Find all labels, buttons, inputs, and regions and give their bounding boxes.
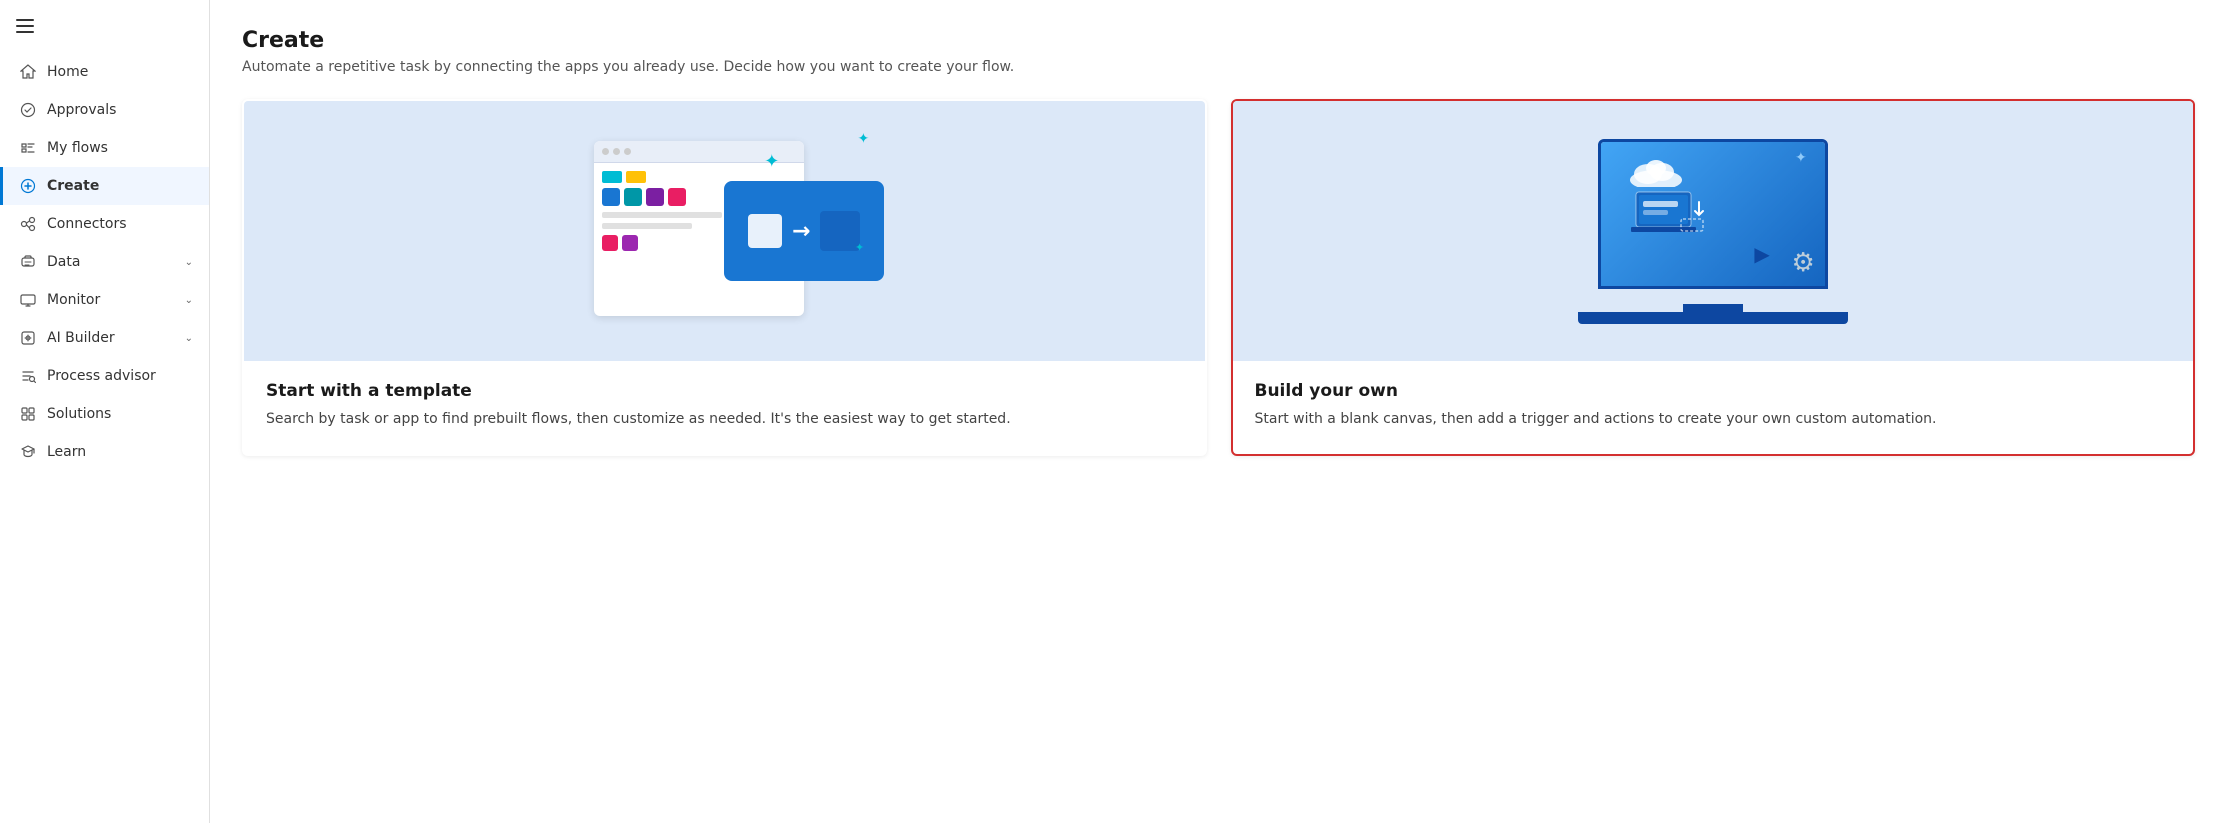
sidebar-label-data: Data xyxy=(47,254,80,270)
template-arrow-panel: → xyxy=(724,181,884,281)
flows-icon xyxy=(19,139,37,157)
build-own-card-desc: Start with a blank canvas, then add a tr… xyxy=(1255,409,2172,430)
connectors-icon xyxy=(19,215,37,233)
sidebar-label-home: Home xyxy=(47,64,88,80)
laptop: ⚙ ▶ ✦ xyxy=(1578,139,1848,324)
main-content: Create Automate a repetitive task by con… xyxy=(210,0,2227,823)
sidebar-label-monitor: Monitor xyxy=(47,292,100,308)
monitor-chevron-icon: ⌄ xyxy=(185,295,193,306)
inner-laptop-icon xyxy=(1631,187,1711,242)
sidebar-item-ai-builder[interactable]: AI Builder ⌄ xyxy=(0,319,209,357)
sidebar-label-connectors: Connectors xyxy=(47,216,127,232)
cards-row: → ✦ ✦ ✦ Start with a template Search by … xyxy=(242,99,2195,456)
sparkle-1: ✦ xyxy=(764,151,779,172)
data-chevron-icon: ⌄ xyxy=(185,257,193,268)
page-title: Create xyxy=(242,28,2195,53)
data-icon xyxy=(19,253,37,271)
sidebar-label-create: Create xyxy=(47,178,99,194)
template-card-body: Start with a template Search by task or … xyxy=(244,361,1205,454)
sidebar-item-home[interactable]: Home xyxy=(0,53,209,91)
sidebar-item-approvals[interactable]: Approvals xyxy=(0,91,209,129)
sidebar-item-process-advisor[interactable]: Process advisor xyxy=(0,357,209,395)
sidebar-item-data[interactable]: Data ⌄ xyxy=(0,243,209,281)
template-card[interactable]: → ✦ ✦ ✦ Start with a template Search by … xyxy=(242,99,1207,456)
build-own-card-body: Build your own Start with a blank canvas… xyxy=(1233,361,2194,454)
sidebar-item-connectors[interactable]: Connectors xyxy=(0,205,209,243)
sidebar-label-process-advisor: Process advisor xyxy=(47,368,156,384)
build-illustration: ⚙ ▶ ✦ xyxy=(1553,121,1873,341)
sidebar-label-ai-builder: AI Builder xyxy=(47,330,115,346)
approvals-icon xyxy=(19,101,37,119)
home-icon xyxy=(19,63,37,81)
sidebar-label-my-flows: My flows xyxy=(47,140,108,156)
process-advisor-icon xyxy=(19,367,37,385)
sidebar-item-learn[interactable]: Learn xyxy=(0,433,209,471)
template-card-image: → ✦ ✦ ✦ xyxy=(244,101,1205,361)
ai-builder-icon xyxy=(19,329,37,347)
template-illustration: → ✦ ✦ ✦ xyxy=(564,121,884,341)
sidebar-item-my-flows[interactable]: My flows xyxy=(0,129,209,167)
create-icon xyxy=(19,177,37,195)
cloud-icon xyxy=(1626,152,1686,187)
build-own-card-image: ⚙ ▶ ✦ xyxy=(1233,101,2194,361)
learn-icon xyxy=(19,443,37,461)
sparkle-2: ✦ xyxy=(858,131,870,147)
sidebar-item-create[interactable]: Create xyxy=(0,167,209,205)
hamburger-button[interactable] xyxy=(0,8,209,53)
ai-builder-chevron-icon: ⌄ xyxy=(185,333,193,344)
build-own-card[interactable]: ⚙ ▶ ✦ Build your own Start wit xyxy=(1231,99,2196,456)
sidebar: Home Approvals My flows Create xyxy=(0,0,210,823)
monitor-icon xyxy=(19,291,37,309)
template-card-title: Start with a template xyxy=(266,381,1183,401)
sidebar-item-monitor[interactable]: Monitor ⌄ xyxy=(0,281,209,319)
sidebar-label-approvals: Approvals xyxy=(47,102,116,118)
sidebar-item-solutions[interactable]: Solutions xyxy=(0,395,209,433)
sparkle-3: ✦ xyxy=(855,241,864,254)
solutions-icon xyxy=(19,405,37,423)
page-subtitle: Automate a repetitive task by connecting… xyxy=(242,59,2195,75)
build-own-card-title: Build your own xyxy=(1255,381,2172,401)
template-card-desc: Search by task or app to find prebuilt f… xyxy=(266,409,1183,430)
sidebar-label-solutions: Solutions xyxy=(47,406,111,422)
sidebar-label-learn: Learn xyxy=(47,444,86,460)
